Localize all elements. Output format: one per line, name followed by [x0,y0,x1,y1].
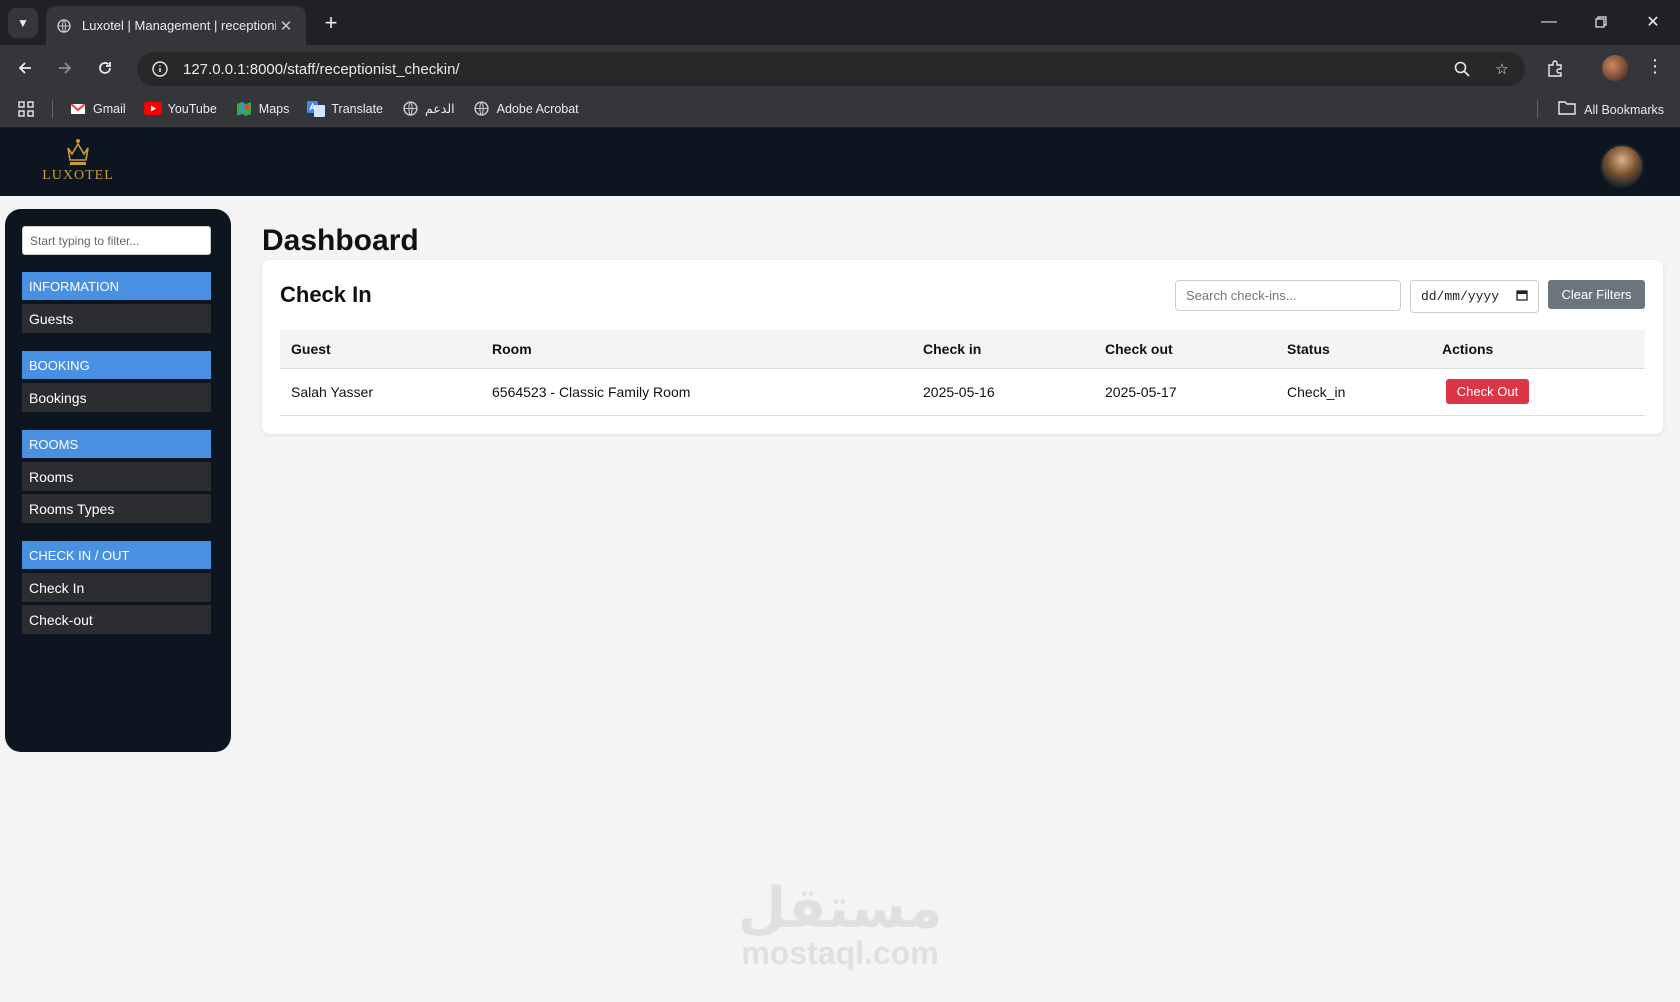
clear-filters-button[interactable]: Clear Filters [1548,280,1645,309]
chevron-down-icon: ▼ [17,16,29,30]
all-bookmarks-button[interactable]: All Bookmarks [1558,101,1664,118]
page-title: Dashboard [262,224,419,257]
sidebar: Start typing to filter... INFORMATION Gu… [5,209,231,752]
bookmark-label: Maps [258,101,290,116]
cell-status: Check_in [1276,368,1431,416]
crown-logo-icon [67,139,89,165]
youtube-icon [143,102,162,116]
globe-icon [401,101,419,116]
column-check-in: Check in [912,330,1094,369]
new-tab-button[interactable]: + [318,10,344,36]
reload-icon[interactable] [90,53,120,83]
tab-list-button[interactable]: ▼ [8,8,38,38]
bookmark-youtube[interactable]: YouTube [143,101,217,116]
forward-icon[interactable] [50,53,80,83]
close-tab-icon[interactable]: ✕ [276,17,296,35]
column-status: Status [1276,330,1431,369]
bookmark-label: Translate [331,101,384,116]
mostaql-watermark: مستقل mostaql.com [735,876,945,971]
table-row: Salah Yasser 6564523 - Classic Family Ro… [280,368,1645,416]
sidebar-item-rooms-types[interactable]: Rooms Types [22,494,211,523]
gmail-icon [69,102,87,116]
more-menu-icon[interactable]: ⋮ [1646,57,1664,75]
sidebar-section-rooms: ROOMS [22,430,211,458]
cell-check-out: 2025-05-17 [1094,368,1276,416]
bookmark-adobe-acrobat[interactable]: Adobe Acrobat [473,101,579,116]
site-info-icon[interactable] [149,58,171,80]
check-out-button[interactable]: Check Out [1446,379,1529,404]
luxotel-logo[interactable]: LUXOTEL [40,136,116,184]
sidebar-item-check-out[interactable]: Check-out [22,605,211,634]
user-avatar[interactable] [1600,144,1644,188]
restore-icon[interactable] [1586,10,1616,34]
check-in-card: Check In Search check-ins... dd/mm/yyyy … [262,260,1663,434]
browser-tab-active[interactable]: Luxotel | Management | receptioni ✕ [46,6,306,45]
minimize-icon[interactable]: — [1534,10,1564,34]
globe-icon [56,18,72,34]
cell-guest: Salah Yasser [280,368,481,416]
sidebar-item-guests[interactable]: Guests [22,304,211,333]
bookmark-maps[interactable]: Maps [235,101,290,116]
extensions-icon[interactable] [1540,53,1570,83]
cell-actions: Check Out [1431,368,1645,416]
calendar-icon[interactable] [1516,289,1528,305]
column-room: Room [481,330,912,369]
address-bar[interactable]: 127.0.0.1:8000/staff/receptionist_checki… [137,52,1525,86]
date-filter-input[interactable]: dd/mm/yyyy [1410,280,1539,313]
watermark-latin: mostaql.com [741,935,939,971]
column-actions: Actions [1431,330,1645,369]
table-header-row: Guest Room Check in Check out Status Act… [280,330,1645,369]
bookmark-star-icon[interactable]: ☆ [1491,58,1513,80]
bookmarks-divider [52,99,53,118]
search-check-ins-input[interactable]: Search check-ins... [1175,280,1401,311]
check-in-table: Guest Room Check in Check out Status Act… [280,330,1645,416]
bookmark-translate[interactable]: Translate [307,100,384,117]
bookmark-support[interactable]: الدعم [401,101,455,116]
cell-check-in: 2025-05-16 [912,368,1094,416]
apps-icon[interactable] [18,100,34,117]
bookmark-label: Gmail [93,101,126,116]
sidebar-filter-input[interactable]: Start typing to filter... [22,226,211,255]
bookmarks-divider [1537,100,1538,118]
sidebar-section-information: INFORMATION [22,272,211,300]
translate-icon [307,100,326,117]
bookmarks-bar: Gmail YouTube Maps Translate الدعم Adobe… [0,90,1680,128]
zoom-icon[interactable] [1451,58,1473,80]
tab-title: Luxotel | Management | receptioni [82,18,276,33]
sidebar-item-bookings[interactable]: Bookings [22,383,211,412]
bookmark-label: الدعم [425,102,455,116]
browser-toolbar: 127.0.0.1:8000/staff/receptionist_checki… [0,45,1680,90]
folder-icon [1558,101,1576,118]
app-header: LUXOTEL [0,128,1680,196]
sidebar-item-rooms[interactable]: Rooms [22,462,211,491]
back-icon[interactable] [10,53,40,83]
close-window-icon[interactable]: ✕ [1638,10,1668,34]
card-title: Check In [280,282,372,307]
sidebar-section-check-in-out: CHECK IN / OUT [22,541,211,569]
profile-avatar[interactable] [1602,55,1628,81]
all-bookmarks-label: All Bookmarks [1584,102,1664,117]
globe-icon [473,101,491,116]
sidebar-item-check-in[interactable]: Check In [22,573,211,602]
column-guest: Guest [280,330,481,369]
bookmark-label: Adobe Acrobat [496,101,579,116]
bookmark-label: YouTube [167,101,217,116]
maps-icon [235,101,253,116]
watermark-arabic: مستقل [737,876,943,939]
date-placeholder: dd/mm/yyyy [1421,289,1500,304]
bookmark-gmail[interactable]: Gmail [69,102,126,116]
url-text: 127.0.0.1:8000/staff/receptionist_checki… [183,60,460,78]
column-check-out: Check out [1094,330,1276,369]
sidebar-section-booking: BOOKING [22,351,211,379]
logo-text: LUXOTEL [42,168,114,183]
browser-tab-bar: ▼ Luxotel | Management | receptioni ✕ + … [0,0,1680,45]
cell-room: 6564523 - Classic Family Room [481,368,912,416]
